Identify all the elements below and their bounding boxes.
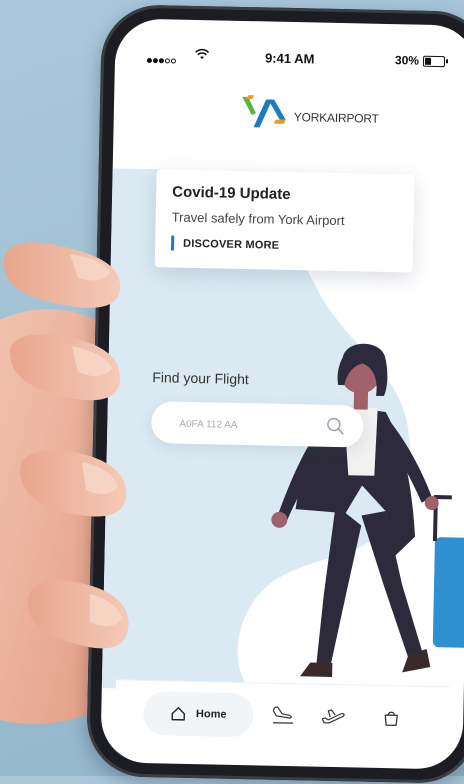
status-bar: 9:41 AM 30%: [147, 47, 455, 73]
card-title: Covid-19 Update: [172, 184, 291, 203]
logo-mark-icon: [239, 93, 288, 134]
plane-arrival-icon: [271, 705, 295, 727]
battery-percent: 30%: [395, 53, 419, 68]
bottom-tab-bar: Home: [115, 679, 450, 751]
tab-arrivals[interactable]: [263, 694, 304, 739]
covid-update-card[interactable]: Covid-19 Update Travel safely from York …: [155, 169, 415, 272]
brand-name: YORKAIRPORT: [294, 110, 379, 126]
flight-search-input[interactable]: [177, 402, 322, 449]
traveler-illustration: [232, 333, 464, 698]
search-icon[interactable]: [325, 416, 345, 436]
status-time: 9:41 AM: [265, 50, 315, 66]
shopping-bag-icon: [382, 709, 400, 727]
find-flight-label: Find your Flight: [152, 369, 249, 387]
signal-icon: [147, 51, 177, 67]
app-screen: 9:41 AM 30% YORKAIRPORT Covid-19 Update …: [100, 18, 464, 769]
discover-more-link[interactable]: DISCOVER MORE: [171, 237, 279, 251]
home-icon: [170, 706, 186, 722]
tab-home[interactable]: Home: [143, 691, 254, 737]
card-subtitle: Travel safely from York Airport: [172, 210, 345, 229]
tab-shop[interactable]: [371, 696, 412, 741]
phone-frame: 9:41 AM 30% YORKAIRPORT Covid-19 Update …: [86, 4, 464, 784]
york-airport-logo: YORKAIRPORT: [239, 93, 288, 134]
plane-departure-icon: [320, 707, 346, 728]
tab-departures[interactable]: [311, 695, 356, 740]
wifi-icon: [195, 48, 209, 63]
tab-home-label: Home: [196, 708, 227, 721]
flight-search-box[interactable]: [151, 401, 364, 447]
battery-icon: [423, 56, 445, 67]
